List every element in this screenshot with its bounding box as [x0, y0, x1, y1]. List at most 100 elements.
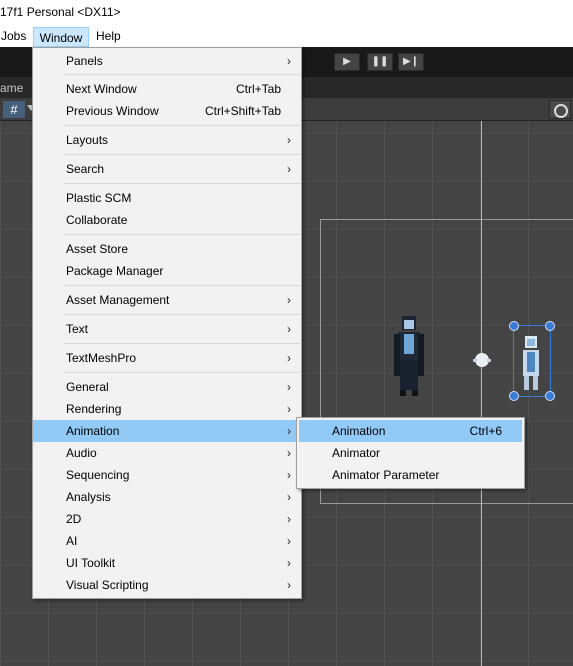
- menu-item-layouts[interactable]: Layouts ›: [33, 129, 301, 151]
- chevron-right-icon: ›: [287, 512, 291, 526]
- menu-item-label: Package Manager: [66, 264, 164, 278]
- submenu-item-animator[interactable]: Animator: [299, 442, 522, 464]
- menu-item-visual-scripting[interactable]: Visual Scripting ›: [33, 574, 301, 596]
- menu-item-general[interactable]: General ›: [33, 376, 301, 398]
- menu-item-label: Asset Management: [66, 293, 170, 307]
- window-menu: Panels › Next Window Ctrl+Tab Previous Win…: [32, 47, 302, 599]
- axis-line-vertical: [481, 121, 482, 666]
- menu-item-sequencing[interactable]: Sequencing ›: [33, 464, 301, 486]
- menu-item-label: Panels: [66, 54, 103, 68]
- menu-item-label: Animation: [332, 424, 386, 438]
- menu-item-ai[interactable]: AI ›: [33, 530, 301, 552]
- menu-item-analysis[interactable]: Analysis ›: [33, 486, 301, 508]
- menu-item-rendering[interactable]: Rendering ›: [33, 398, 301, 420]
- menu-item-label: AI: [66, 534, 78, 548]
- grid-toggle-button[interactable]: #: [3, 101, 25, 118]
- character-sprite-1[interactable]: [388, 314, 430, 400]
- menu-item-collaborate[interactable]: Collaborate: [33, 209, 301, 231]
- menu-item-text[interactable]: Text ›: [33, 318, 301, 340]
- chevron-right-icon: ›: [287, 293, 291, 307]
- chevron-right-icon: ›: [287, 468, 291, 482]
- chevron-right-icon: ›: [287, 54, 291, 68]
- menu-item-label: Plastic SCM: [66, 191, 132, 205]
- pause-button[interactable]: ❚❚: [367, 53, 393, 71]
- scene-tab-label[interactable]: ame: [0, 81, 23, 95]
- submenu-item-animation[interactable]: Animation Ctrl+6: [299, 420, 522, 442]
- menu-item-label: Animator: [332, 446, 381, 460]
- menu-item-previous-window[interactable]: Previous Window Ctrl+Shift+Tab: [33, 100, 301, 122]
- menu-help[interactable]: Help: [96, 28, 121, 44]
- pause-icon: ❚❚: [371, 56, 389, 67]
- animation-submenu: Animation Ctrl+6 Animator Animator Parame…: [296, 417, 525, 489]
- step-button[interactable]: ▶❙: [398, 53, 424, 71]
- chevron-right-icon: ›: [287, 322, 291, 336]
- menu-item-label: TextMeshPro: [66, 351, 137, 365]
- chevron-right-icon: ›: [287, 133, 291, 147]
- menu-item-search[interactable]: Search ›: [33, 158, 301, 180]
- menu-separator: [64, 314, 300, 315]
- resize-handle-bottom-left[interactable]: [509, 391, 519, 401]
- menu-separator: [64, 343, 300, 344]
- menu-separator: [64, 74, 300, 75]
- resize-handle-top-right[interactable]: [545, 321, 555, 331]
- menu-item-ui-toolkit[interactable]: UI Toolkit ›: [33, 552, 301, 574]
- chevron-right-icon: ›: [287, 556, 291, 570]
- menu-item-animation[interactable]: Animation ›: [33, 420, 301, 442]
- menu-item-textmeshpro[interactable]: TextMeshPro ›: [33, 347, 301, 369]
- menu-separator: [64, 285, 300, 286]
- menu-item-shortcut: Ctrl+Tab: [235, 82, 281, 96]
- play-button[interactable]: ▶: [334, 53, 360, 71]
- menu-jobs[interactable]: Jobs: [1, 28, 26, 44]
- gizmo-toggle-button[interactable]: [549, 100, 571, 119]
- menu-item-asset-store[interactable]: Asset Store: [33, 238, 301, 260]
- menu-item-label: Layouts: [66, 133, 109, 147]
- menu-item-label: Asset Store: [66, 242, 129, 256]
- menu-item-label: Analysis: [66, 490, 111, 504]
- chevron-right-icon: ›: [287, 424, 291, 438]
- menu-item-label: Visual Scripting: [66, 578, 149, 592]
- menu-separator: [64, 183, 300, 184]
- chevron-right-icon: ›: [287, 402, 291, 416]
- chevron-right-icon: ›: [287, 578, 291, 592]
- menu-item-plastic-scm[interactable]: Plastic SCM: [33, 187, 301, 209]
- play-icon: ▶: [343, 56, 351, 67]
- chevron-right-icon: ›: [287, 162, 291, 176]
- resize-handle-top-left[interactable]: [509, 321, 519, 331]
- character-sprite-2[interactable]: [518, 334, 544, 394]
- submenu-item-animator-parameter[interactable]: Animator Parameter: [299, 464, 522, 486]
- menu-item-shortcut: Ctrl+Shift+Tab: [204, 104, 281, 118]
- menu-item-label: Search: [66, 162, 105, 176]
- menu-item-label: Audio: [66, 446, 97, 460]
- menu-item-label: Animation: [66, 424, 120, 438]
- chevron-right-icon: ›: [287, 380, 291, 394]
- menu-item-label: Rendering: [66, 402, 122, 416]
- menu-item-label: General: [66, 380, 109, 394]
- menu-item-package-manager[interactable]: Package Manager: [33, 260, 301, 282]
- menu-separator: [64, 154, 300, 155]
- menu-separator: [64, 372, 300, 373]
- menu-item-label: Sequencing: [66, 468, 130, 482]
- menu-window[interactable]: Window: [33, 27, 89, 47]
- window-titlebar: 17f1 Personal <DX11>: [0, 0, 573, 25]
- light-gizmo[interactable]: [471, 350, 493, 370]
- menu-item-next-window[interactable]: Next Window Ctrl+Tab: [33, 78, 301, 100]
- resize-handle-bottom-right[interactable]: [545, 391, 555, 401]
- menu-item-panels[interactable]: Panels ›: [33, 50, 301, 72]
- circle-icon: [554, 104, 568, 118]
- menu-item-label: Next Window: [66, 82, 137, 96]
- menu-item-label: Collaborate: [66, 213, 128, 227]
- menu-item-asset-management[interactable]: Asset Management ›: [33, 289, 301, 311]
- menu-item-label: UI Toolkit: [66, 556, 116, 570]
- chevron-right-icon: ›: [287, 351, 291, 365]
- menu-item-label: Previous Window: [66, 104, 159, 118]
- grid-icon: #: [10, 102, 18, 117]
- menu-item-audio[interactable]: Audio ›: [33, 442, 301, 464]
- menu-separator: [64, 234, 300, 235]
- menu-item-shortcut: Ctrl+6: [469, 424, 502, 438]
- menu-item-2d[interactable]: 2D ›: [33, 508, 301, 530]
- menu-item-label: Text: [66, 322, 89, 336]
- chevron-right-icon: ›: [287, 534, 291, 548]
- menu-separator: [64, 125, 300, 126]
- chevron-right-icon: ›: [287, 446, 291, 460]
- chevron-right-icon: ›: [287, 490, 291, 504]
